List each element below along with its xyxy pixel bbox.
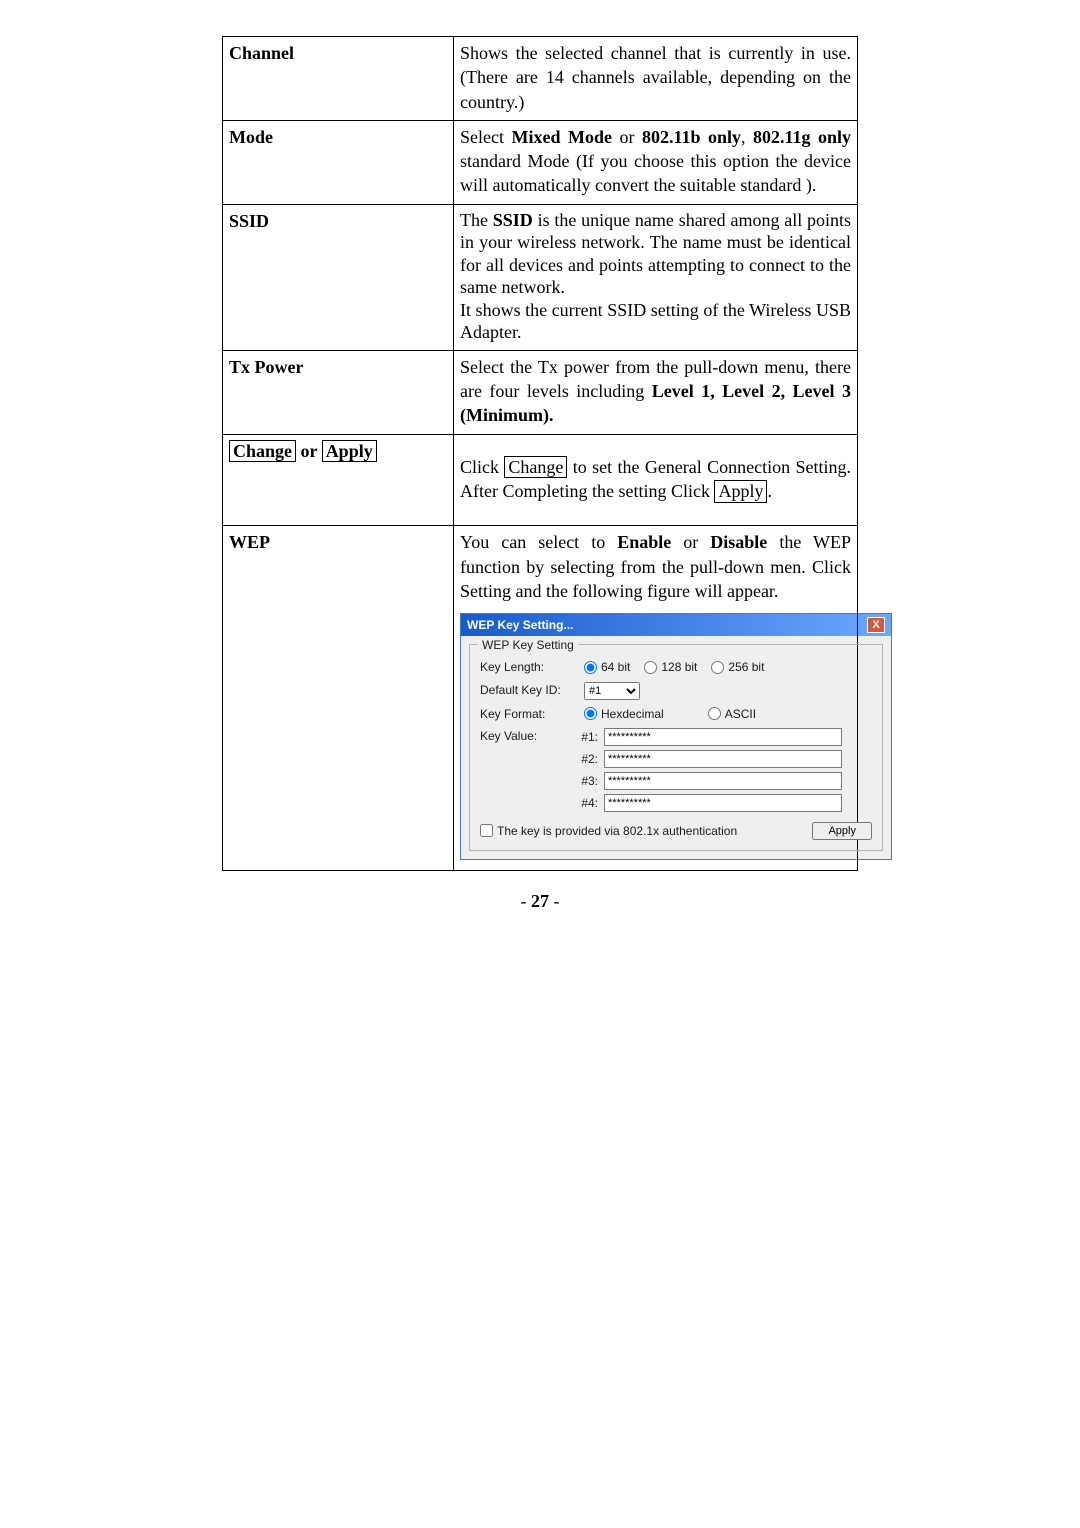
auth-checkbox-input[interactable] [480, 824, 493, 837]
change-label-a: Change [229, 440, 296, 463]
radio-256bit[interactable]: 256 bit [711, 659, 764, 675]
key-length-label: Key Length: [480, 659, 570, 675]
row-mode: Mode Select Mixed Mode or 802.11b only, … [223, 120, 858, 204]
key-input-3[interactable] [604, 772, 842, 790]
row-txpower: Tx Power Select the Tx power from the pu… [223, 350, 858, 434]
radio-hex-text: Hexdecimal [601, 706, 664, 722]
change-desc: Click Change to set the General Connecti… [454, 434, 858, 526]
key-input-2[interactable] [604, 750, 842, 768]
radio-ascii[interactable]: ASCII [708, 706, 756, 722]
radio-128bit-input[interactable] [644, 661, 657, 674]
radio-64bit[interactable]: 64 bit [584, 659, 630, 675]
mode-post: standard Mode (If you choose this option… [460, 151, 851, 195]
wep-label: WEP [223, 526, 454, 870]
auth-checkbox[interactable]: The key is provided via 802.1x authentic… [480, 823, 737, 839]
radio-ascii-text: ASCII [725, 706, 756, 722]
mode-mid1: or [612, 127, 642, 147]
radio-128bit-text: 128 bit [661, 659, 697, 675]
wep-pre: You can select to [460, 532, 617, 552]
radio-hex-input[interactable] [584, 707, 597, 720]
ssid-p1-pre: The [460, 210, 493, 230]
wep-desc: You can select to Enable or Disable the … [460, 530, 851, 603]
keyvalues-col: #1: #2: #3: [576, 728, 842, 812]
wep-group-title: WEP Key Setting [478, 637, 578, 653]
change-label-b: Apply [322, 440, 377, 463]
key-idx-4: #4: [576, 795, 598, 811]
txpower-label: Tx Power [223, 350, 454, 434]
radio-256bit-text: 256 bit [728, 659, 764, 675]
key-row-4: #4: [576, 794, 842, 812]
mode-mid2: , [741, 127, 753, 147]
key-row-2: #2: [576, 750, 842, 768]
change-d1: Click [460, 457, 504, 477]
change-label: Change or Apply [223, 434, 454, 526]
wep-cell: You can select to Enable or Disable the … [454, 526, 858, 870]
radio-ascii-input[interactable] [708, 707, 721, 720]
wep-dialog-titlebar: WEP Key Setting... X [461, 614, 891, 636]
page-number-prefix: - [521, 891, 532, 911]
mode-text-pre: Select [460, 127, 511, 147]
radio-256bit-input[interactable] [711, 661, 724, 674]
wep-mid: or [671, 532, 710, 552]
txpower-desc: Select the Tx power from the pull-down m… [454, 350, 858, 434]
ssid-label: SSID [223, 204, 454, 350]
page-number-suffix: - [549, 891, 560, 911]
wep-bottom: The key is provided via 802.1x authentic… [480, 822, 872, 840]
key-idx-2: #2: [576, 751, 598, 767]
change-label-or: or [296, 441, 322, 461]
close-icon[interactable]: X [867, 617, 885, 633]
mode-label: Mode [223, 120, 454, 204]
mode-b2: 802.11b only [642, 127, 741, 147]
page-number: - 27 - [222, 891, 858, 912]
ssid-desc: The SSID is the unique name shared among… [454, 204, 858, 350]
wep-dialog-title: WEP Key Setting... [467, 617, 573, 633]
key-idx-3: #3: [576, 773, 598, 789]
auth-checkbox-text: The key is provided via 802.1x authentic… [497, 823, 737, 839]
mode-b3: 802.11g only [753, 127, 851, 147]
key-format-label: Key Format: [480, 706, 570, 722]
default-key-select[interactable]: #1 [584, 682, 640, 700]
wep-row-keyformat: Key Format: Hexdecimal ASCII [480, 706, 872, 722]
page-number-value: 27 [531, 891, 549, 911]
change-d3: . [767, 481, 772, 501]
channel-label: Channel [223, 37, 454, 121]
change-btn2: Apply [714, 480, 767, 503]
radio-64bit-text: 64 bit [601, 659, 630, 675]
key-row-3: #3: [576, 772, 842, 790]
wep-group: WEP Key Setting Key Length: 64 bit 128 b… [469, 644, 883, 850]
wep-row-keylength: Key Length: 64 bit 128 bit 256 bit [480, 659, 872, 675]
radio-128bit[interactable]: 128 bit [644, 659, 697, 675]
key-value-label: Key Value: [480, 728, 570, 812]
row-wep: WEP You can select to Enable or Disable … [223, 526, 858, 870]
ssid-p2: It shows the current SSID setting of the… [460, 300, 851, 343]
row-channel: Channel Shows the selected channel that … [223, 37, 858, 121]
row-change: Change or Apply Click Change to set the … [223, 434, 858, 526]
wep-key-setting-dialog: WEP Key Setting... X WEP Key Setting Key… [460, 613, 892, 860]
key-row-1: #1: [576, 728, 842, 746]
settings-table: Channel Shows the selected channel that … [222, 36, 858, 871]
channel-desc: Shows the selected channel that is curre… [454, 37, 858, 121]
ssid-b: SSID [493, 210, 533, 230]
radio-hex[interactable]: Hexdecimal [584, 706, 664, 722]
wep-row-defaultkey: Default Key ID: #1 [480, 682, 872, 700]
apply-button[interactable]: Apply [812, 822, 872, 840]
wep-b1: Enable [617, 532, 671, 552]
mode-b1: Mixed Mode [511, 127, 611, 147]
wep-keyvalues: Key Value: #1: #2: [480, 728, 872, 812]
default-key-label: Default Key ID: [480, 682, 570, 698]
key-idx-1: #1: [576, 729, 598, 745]
mode-desc: Select Mixed Mode or 802.11b only, 802.1… [454, 120, 858, 204]
change-btn1: Change [504, 456, 567, 479]
radio-64bit-input[interactable] [584, 661, 597, 674]
wep-b2: Disable [710, 532, 767, 552]
row-ssid: SSID The SSID is the unique name shared … [223, 204, 858, 350]
key-input-4[interactable] [604, 794, 842, 812]
key-input-1[interactable] [604, 728, 842, 746]
